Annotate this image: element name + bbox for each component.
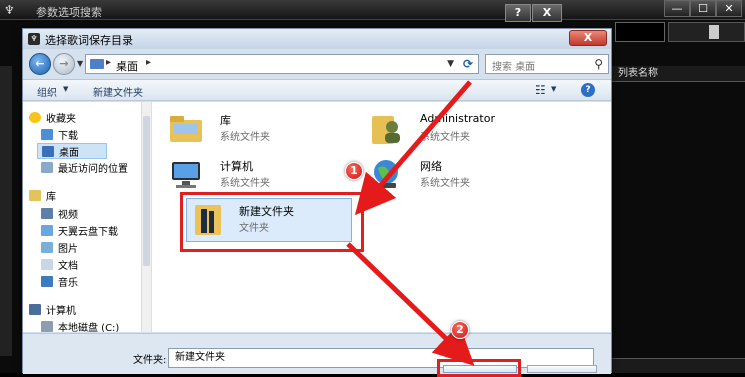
address-dropdown-icon[interactable]: ▼: [447, 59, 454, 69]
folder-name-bar: 文件夹: 新建文件夹: [23, 333, 611, 374]
address-bar[interactable]: ▸ 桌面 ▸ ▼ ⟳: [85, 54, 479, 74]
forward-button[interactable]: →: [53, 53, 75, 75]
nav-favorites[interactable]: 收藏夹: [29, 110, 76, 126]
nav-item-downloads[interactable]: 下载: [41, 127, 78, 143]
bg-left-strip: [0, 66, 12, 356]
nav-item-desktop[interactable]: 桌面: [37, 143, 107, 159]
scrollbar-thumb[interactable]: [143, 116, 150, 266]
nav-item-recent[interactable]: 最近访问的位置: [41, 160, 128, 176]
view-options-icon[interactable]: ☷: [535, 83, 546, 97]
highlight-box-folder: [180, 192, 364, 252]
dialog-titlebar: ♆ 选择歌词保存目录 X: [23, 29, 611, 49]
breadcrumb-desktop[interactable]: 桌面: [116, 58, 138, 74]
item-type: 系统文件夹: [420, 178, 470, 189]
command-toolbar: 组织 ▼ 新建文件夹 ☷ ▼ ?: [23, 79, 611, 101]
step-badge-1: 1: [345, 162, 363, 180]
user-folder-icon: [372, 116, 400, 144]
help-icon[interactable]: ?: [581, 83, 595, 97]
list-item-network[interactable]: 网络 系统文件夹: [368, 154, 588, 198]
search-icon[interactable]: ⚲: [594, 57, 603, 71]
desktop-icon: [42, 146, 54, 157]
save-folder-dialog: ♆ 选择歌词保存目录 X ← → ▼ ▸ 桌面 ▸ ▼ ⟳ 搜索 桌面 ⚲ 组织…: [22, 28, 612, 374]
file-list: 库 系统文件夹 Administrator 系统文件夹 计算机 系统文件夹 网络…: [152, 102, 611, 332]
download-icon: [41, 129, 53, 140]
item-type: 系统文件夹: [220, 178, 270, 189]
history-dropdown-icon[interactable]: ▼: [77, 59, 83, 68]
breadcrumb-arrow-icon[interactable]: ▸: [106, 57, 111, 68]
music-icon: [41, 276, 53, 287]
close-window-button[interactable]: ✕: [716, 0, 742, 17]
star-icon: [29, 112, 41, 123]
computer-icon: [172, 162, 200, 188]
list-item-library[interactable]: 库 系统文件夹: [168, 108, 358, 152]
library-icon: [29, 190, 41, 201]
library-folder-icon: [170, 116, 202, 142]
computer-icon: [29, 304, 41, 315]
cloud-folder-icon: [41, 225, 53, 236]
nav-item-music[interactable]: 音乐: [41, 274, 78, 290]
search-placeholder: 搜索 桌面: [492, 62, 536, 73]
video-icon: [41, 208, 53, 219]
back-button[interactable]: ←: [29, 53, 51, 75]
item-name: 库: [220, 114, 231, 127]
dialog-title: 选择歌词保存目录: [45, 34, 133, 47]
refresh-icon[interactable]: ⟳: [463, 57, 473, 71]
organize-button[interactable]: 组织: [37, 84, 57, 99]
chevron-down-icon[interactable]: ▼: [63, 85, 68, 93]
folder-label: 文件夹:: [133, 355, 167, 366]
nav-item-videos[interactable]: 视频: [41, 206, 78, 222]
bg-help-button[interactable]: ?: [505, 4, 531, 22]
volume-slider[interactable]: [668, 22, 745, 42]
item-name: Administrator: [420, 112, 495, 125]
highlight-box-button: [437, 359, 521, 377]
background-title: 参数选项搜索: [36, 6, 102, 19]
app-logo-icon: ♆: [4, 3, 15, 17]
minimize-button[interactable]: —: [664, 0, 690, 17]
nav-computer[interactable]: 计算机: [29, 302, 76, 318]
nav-item-documents[interactable]: 文档: [41, 257, 78, 273]
item-type: 系统文件夹: [420, 132, 470, 143]
bg-dialog-close-button[interactable]: X: [532, 4, 562, 22]
maximize-button[interactable]: ☐: [690, 0, 716, 17]
bg-bottom-scrollbar[interactable]: [610, 358, 745, 373]
dialog-app-icon: ♆: [28, 33, 40, 45]
desktop-folder-icon: [90, 59, 104, 69]
navigation-pane: 收藏夹 下载 桌面 最近访问的位置 库 视频 天翼云盘下载 图片 文档 音乐 计…: [23, 102, 151, 332]
recent-places-icon: [41, 162, 53, 173]
item-name: 计算机: [220, 160, 253, 173]
nav-item-local-disk[interactable]: 本地磁盘 (C:): [41, 319, 119, 332]
new-folder-button[interactable]: 新建文件夹: [93, 84, 143, 99]
search-input[interactable]: 搜索 桌面 ⚲: [485, 54, 609, 74]
slider-thumb[interactable]: [709, 25, 719, 39]
navigation-scrollbar[interactable]: [141, 102, 151, 332]
list-name-column-header[interactable]: 列表名称: [612, 66, 745, 82]
document-icon: [41, 259, 53, 270]
nav-libraries[interactable]: 库: [29, 188, 56, 204]
network-globe-icon: [374, 160, 398, 188]
breadcrumb-arrow-icon[interactable]: ▸: [146, 57, 151, 68]
disk-icon: [41, 321, 53, 332]
nav-item-pictures[interactable]: 图片: [41, 240, 78, 256]
step-badge-2: 2: [451, 321, 469, 339]
chevron-down-icon[interactable]: ▼: [551, 85, 556, 93]
list-item-administrator[interactable]: Administrator 系统文件夹: [368, 108, 588, 152]
bg-dark-field: [615, 22, 665, 42]
item-type: 系统文件夹: [220, 132, 270, 143]
picture-icon: [41, 242, 53, 253]
dialog-close-button[interactable]: X: [569, 30, 607, 46]
nav-item-cloud-downloads[interactable]: 天翼云盘下载: [41, 223, 118, 239]
address-row: ← → ▼ ▸ 桌面 ▸ ▼ ⟳ 搜索 桌面 ⚲: [23, 51, 611, 77]
cancel-button[interactable]: [527, 365, 597, 373]
background-titlebar: ♆ 参数选项搜索 — ☐ ✕: [0, 0, 745, 20]
item-name: 网络: [420, 160, 442, 173]
